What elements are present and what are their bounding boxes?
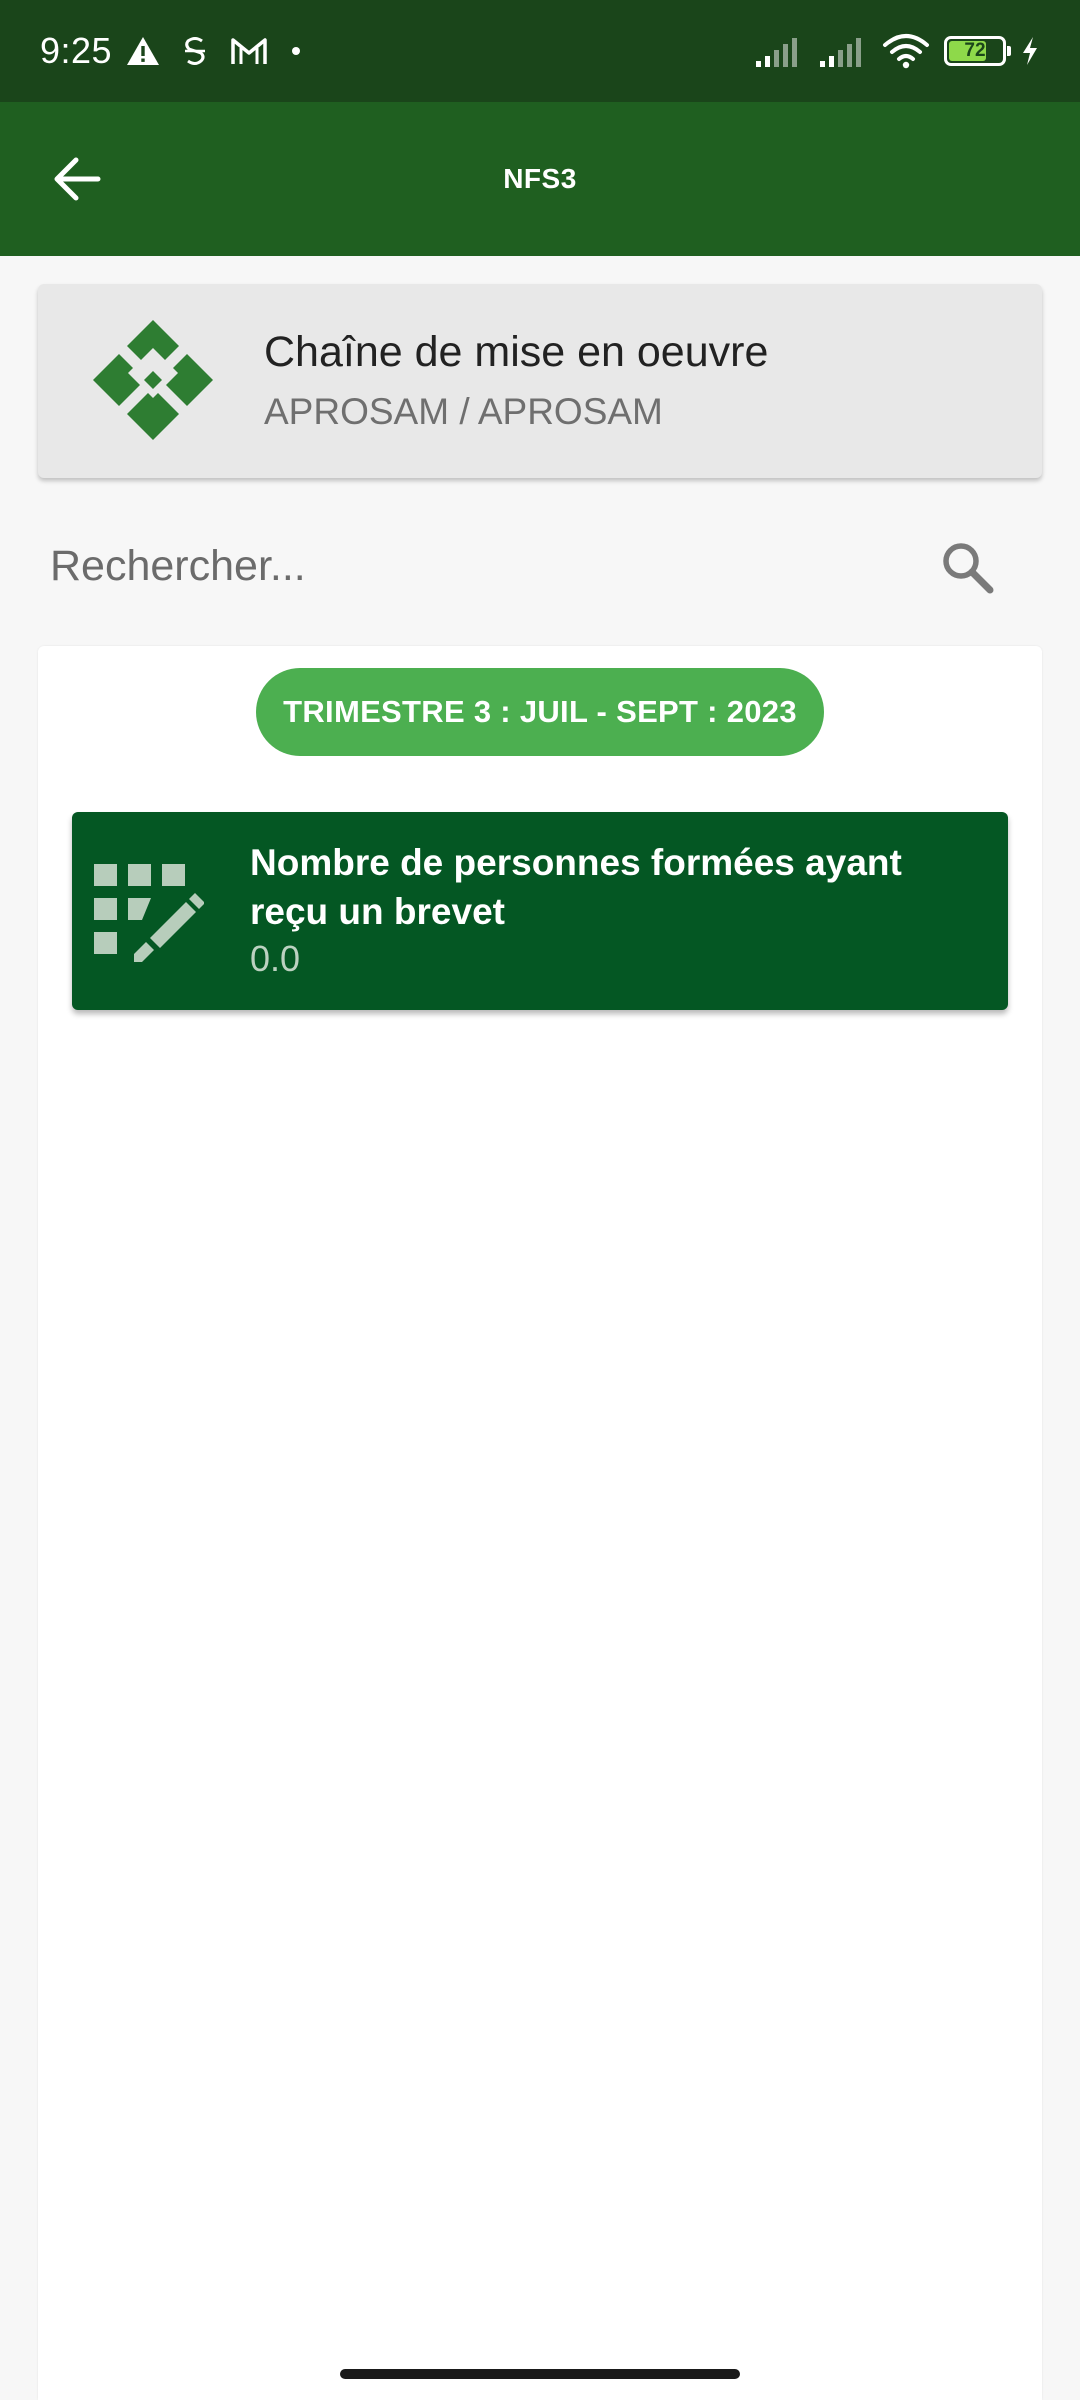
header-title: Chaîne de mise en oeuvre [264,328,769,376]
indicator-card[interactable]: Nombre de personnes formées ayant reçu u… [72,812,1008,1010]
charging-icon [1023,37,1037,65]
battery-level: 72 [964,40,986,61]
search-input[interactable] [38,541,898,591]
status-time: 9:25 [40,30,113,71]
period-chip[interactable]: TRIMESTRE 3 : JUIL - SEPT : 2023 [256,668,824,756]
signal-icon [820,38,861,67]
gmail-icon [231,38,267,64]
status-left-icons [126,35,302,67]
header-card: Chaîne de mise en oeuvre APROSAM / APROS… [38,284,1042,478]
notification-s-icon [185,37,206,65]
status-right-icons: 72 [754,33,1040,69]
content-panel: TRIMESTRE 3 : JUIL - SEPT : 2023 Nombre … [38,646,1042,2400]
header-texts: Chaîne de mise en oeuvre APROSAM / APROS… [264,328,768,433]
search-bar [38,520,1042,612]
grid-edit-icon [94,864,204,962]
page-title: NFS3 [503,163,577,194]
alert-icon [127,37,160,65]
indicator-value: 0.0 [250,938,301,979]
app-bar: NFS3 [0,102,1080,256]
header-subtitle: APROSAM / APROSAM [264,391,663,432]
wifi-icon [883,34,929,69]
home-indicator[interactable] [340,2369,740,2379]
back-button[interactable] [40,142,114,216]
dot-icon [292,47,301,55]
search-icon[interactable] [938,538,996,596]
arrow-left-icon [54,157,101,201]
battery-icon: 72 [944,36,1011,66]
signal-icon [756,38,797,67]
status-bar: 9:25 72 [0,0,1080,102]
diamond-cluster-icon [93,320,213,440]
indicator-title: Nombre de personnes formées ayant reçu u… [250,842,902,932]
